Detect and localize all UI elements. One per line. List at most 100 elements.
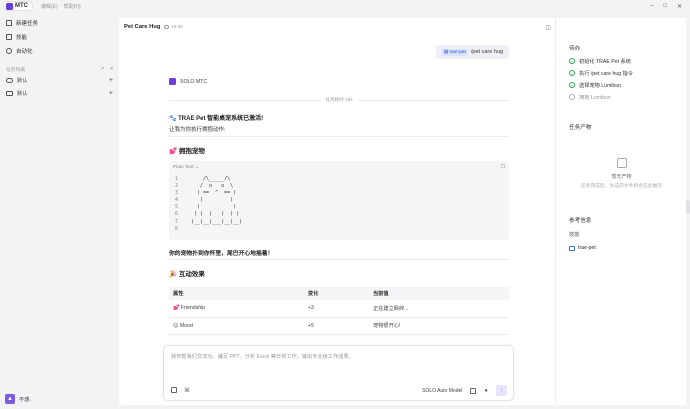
line-number: 1 bbox=[175, 176, 179, 182]
code-text: ) ( bbox=[191, 197, 234, 204]
window-controls: – □ ✕ bbox=[650, 3, 682, 10]
code-block-header: Plain Text ⌄ ❐ bbox=[169, 161, 509, 173]
code-text: / o o \ bbox=[191, 183, 234, 190]
agent-response: 🐾 TRAE Pet 智能桌宠系统已激活! 让我为你执行拥抱动作: 💕 拥抱宠物… bbox=[169, 113, 509, 335]
book-icon bbox=[569, 245, 575, 251]
chat-title: Pet Care Hug bbox=[124, 24, 161, 30]
table-cell: 😊 Mood bbox=[169, 317, 304, 335]
menu-edit[interactable]: 编辑(E) bbox=[41, 3, 58, 10]
chat-mode-icon[interactable] bbox=[470, 387, 477, 394]
table-header: 属性 bbox=[169, 287, 304, 300]
todo-label: 拥抱 Lumibun bbox=[579, 94, 611, 101]
brand: MTC bbox=[3, 1, 33, 11]
add-task-button[interactable]: + bbox=[109, 77, 113, 84]
task-duration-label[interactable]: 任务耗时 19s bbox=[320, 97, 358, 103]
menu-bar: 编辑(E) 帮助(H) bbox=[41, 3, 81, 10]
cloud-icon bbox=[6, 78, 13, 83]
sidebar-item-automation[interactable]: 自动化 bbox=[0, 44, 119, 58]
menu-help[interactable]: 帮助(H) bbox=[64, 3, 81, 10]
avatar: ▲ bbox=[5, 394, 15, 404]
folder-icon bbox=[6, 91, 13, 96]
reference-skill-link[interactable]: trae-pet bbox=[556, 243, 687, 253]
code-text: ( ( ) ( ) ) bbox=[191, 211, 240, 218]
attach-file-icon[interactable] bbox=[171, 387, 177, 393]
line-number: 6 bbox=[175, 211, 179, 218]
code-line: 2 / o o \ bbox=[175, 183, 509, 190]
project-item[interactable]: 默认 + bbox=[0, 74, 119, 87]
sidebar-item-skills[interactable]: 技能 bbox=[0, 30, 119, 44]
automation-icon bbox=[6, 48, 12, 54]
box-icon bbox=[616, 158, 627, 168]
table-header: 变化 bbox=[304, 287, 369, 300]
message-composer[interactable]: 我你帮我们交流功，编写 PPT，分析 Excel 等日常工作，输出专业级工作成果… bbox=[163, 345, 514, 401]
composer-placeholder[interactable]: 我你帮我们交流功，编写 PPT，分析 Excel 等日常工作，输出专业级工作成果… bbox=[171, 353, 354, 360]
table-cell: 正在建立羁绊... bbox=[369, 300, 509, 318]
chat-panel: Pet Care Hug 15:36 ◫ ▤ trae-pet /pet car… bbox=[119, 18, 555, 405]
minimize-icon[interactable]: – bbox=[650, 3, 653, 10]
todo-item: ✓ 选择宠物 Lumibun bbox=[556, 79, 686, 91]
code-lines: 1 /\_____/\ 2 / o o \ 3 ( == ^ == ) 4 ) … bbox=[169, 173, 509, 233]
filter-icon[interactable]: ≡ bbox=[110, 67, 113, 72]
code-text: ( == ^ == ) bbox=[191, 190, 237, 197]
code-line: 7 (__(__)___(__)__) bbox=[175, 219, 509, 226]
skill-chip-label: trae-pet bbox=[449, 49, 466, 55]
new-task-icon bbox=[6, 20, 12, 26]
agent-header: SOLO MTC bbox=[169, 78, 207, 85]
section-title: 任务列表 bbox=[6, 67, 26, 73]
model-selector[interactable]: SOLO Auto Model bbox=[422, 388, 462, 394]
code-line: 1 /\_____/\ bbox=[175, 176, 509, 183]
user-message-text: /pet care hug bbox=[470, 49, 503, 55]
reference-subtitle: 技能 bbox=[569, 232, 580, 238]
section-title-effects: 🎉 互动效果 bbox=[169, 271, 205, 278]
code-block: Plain Text ⌄ ❐ 1 /\_____/\ 2 / o o \ 3 (… bbox=[169, 161, 509, 240]
user-profile[interactable]: ▲ 不惑. bbox=[5, 394, 31, 404]
panel-toggle-icon[interactable]: ◫ bbox=[545, 24, 551, 31]
app-logo-icon bbox=[6, 2, 13, 10]
code-line: 4 ) ( bbox=[175, 197, 509, 204]
table-cell: +3 bbox=[304, 300, 369, 318]
code-line: 6 ( ( ) ( ) ) bbox=[175, 211, 509, 218]
todo-item: ✓ 执行 /pet care hug 指令 bbox=[556, 67, 686, 79]
sidebar-item-new-task[interactable]: 新建任务 bbox=[0, 16, 119, 30]
line-number: 8 bbox=[175, 225, 179, 232]
workspace-name: MTC bbox=[15, 3, 28, 9]
workspace-switcher[interactable]: MTC bbox=[3, 1, 33, 11]
line-number: 7 bbox=[175, 218, 179, 225]
paperclip-icon[interactable]: ⌘ bbox=[184, 387, 190, 394]
todo-label: 初始化 TRAE Pet 系统 bbox=[579, 58, 631, 65]
check-circle-icon: ✓ bbox=[569, 70, 575, 76]
skill-chip[interactable]: ▤ trae-pet bbox=[441, 48, 468, 56]
expand-icon[interactable]: ↗ bbox=[100, 67, 104, 72]
send-button[interactable]: ↑ bbox=[496, 385, 507, 396]
response-note: 你的宠物扑到你怀里，尾巴开心地摇着！ bbox=[169, 251, 274, 257]
check-circle-icon: ✓ bbox=[569, 82, 575, 88]
divider bbox=[169, 136, 509, 137]
agent-name: SOLO MTC bbox=[180, 78, 208, 85]
maximize-icon[interactable]: □ bbox=[663, 3, 667, 10]
chat-time-value: 15:36 bbox=[170, 24, 183, 30]
scrollbar[interactable] bbox=[686, 200, 690, 214]
line-number: 3 bbox=[175, 190, 179, 197]
task-info-panel: 待办 ✓ 初始化 TRAE Pet 系统 ✓ 执行 /pet care hug … bbox=[555, 18, 686, 405]
project-item[interactable]: 默认 + bbox=[0, 87, 119, 100]
task-duration-divider: 任务耗时 19s bbox=[169, 97, 509, 103]
artifacts-empty-state: 暂无产物 任务完成后，生成的文件将会在此展示 bbox=[556, 158, 687, 189]
add-task-button[interactable]: + bbox=[109, 90, 113, 97]
close-icon[interactable]: ✕ bbox=[677, 3, 682, 10]
title-bar: MTC 编辑(E) 帮助(H) – □ ✕ bbox=[0, 0, 690, 12]
sidebar: 新建任务 技能 自动化 任务列表 ↗ ≡ 默认 + 默认 + ▲ 不惑. bbox=[0, 12, 119, 409]
empty-title: 暂无产物 bbox=[611, 174, 632, 180]
table-header: 当前值 bbox=[369, 287, 509, 300]
copy-icon[interactable]: ❐ bbox=[501, 165, 505, 170]
microphone-icon[interactable]: ● bbox=[484, 388, 488, 394]
sidebar-item-label: 自动化 bbox=[16, 49, 33, 55]
code-text: /\_____/\ bbox=[191, 176, 231, 182]
line-number: 2 bbox=[175, 183, 179, 190]
code-line: 8 bbox=[175, 226, 509, 233]
reference-link-label: trae-pet bbox=[578, 245, 596, 251]
code-lang-selector[interactable]: Plain Text ⌄ bbox=[173, 165, 199, 170]
chat-time: 15:36 bbox=[164, 25, 183, 30]
todo-label: 选择宠物 Lumibun bbox=[579, 82, 622, 89]
task-list-header: 任务列表 ↗ ≡ bbox=[0, 64, 119, 74]
composer-toolbar: ⌘ SOLO Auto Model ● ↑ bbox=[171, 385, 507, 396]
